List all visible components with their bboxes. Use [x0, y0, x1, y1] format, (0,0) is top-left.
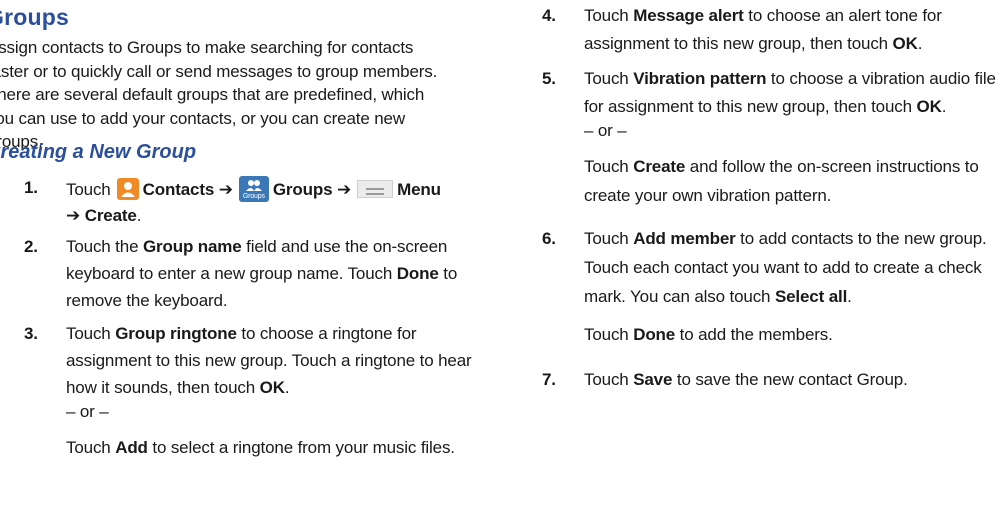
- step-text-run: Touch: [66, 324, 116, 343]
- step-number: 1.: [24, 178, 38, 197]
- step-text-run: Touch: [584, 6, 634, 25]
- done-label: Done: [633, 325, 676, 344]
- step-text: Touch Group ringtone to choose a rington…: [66, 322, 472, 460]
- create-label: Create: [84, 206, 137, 225]
- step-text-run: .: [941, 97, 947, 116]
- step-text-run: assignment to this new group, then touch: [584, 34, 893, 53]
- or-separator: – or –: [66, 402, 109, 421]
- step-text-run: Touch: [584, 229, 634, 248]
- step-text-run: remove the keyboard.: [66, 291, 228, 310]
- step-text-run: Touch the: [66, 237, 143, 256]
- step-text-run: Touch: [584, 325, 634, 344]
- intro-line: you can use to add your contacts, or you…: [0, 108, 405, 128]
- step-text-run: Touch each contact you want to add to cr…: [584, 258, 982, 277]
- step-number: 6.: [542, 229, 556, 248]
- step-text-run: .: [284, 378, 290, 397]
- contacts-app-icon: [116, 177, 139, 200]
- step-text-run: to add contacts to the new group.: [735, 229, 987, 248]
- step-text-run: field and use the on-screen: [241, 237, 448, 256]
- step-text-run: to add the members.: [675, 325, 833, 344]
- step-text: Touch Contacts ➔ Groups Groups ➔ Menu ➔ Crea…: [66, 175, 441, 228]
- step-number: 2.: [24, 237, 38, 256]
- add-member-label: Add member: [633, 229, 736, 248]
- step-text: Touch Vibration pattern to choose a vibr…: [584, 67, 996, 208]
- groups-icon-caption: Groups: [242, 192, 265, 200]
- step-number: 7.: [542, 370, 556, 389]
- step-text-run: Touch: [584, 157, 634, 176]
- step-text-run: .: [136, 206, 142, 225]
- group-name-label: Group name: [142, 237, 242, 256]
- intro-line: There are several default groups that ar…: [0, 85, 425, 104]
- save-label: Save: [633, 370, 673, 389]
- step-number: 5.: [542, 69, 556, 88]
- step-text-run: and follow the on-screen instructions to: [685, 157, 979, 176]
- done-label: Done: [396, 264, 439, 283]
- step-text-run: to choose an alert tone for: [743, 6, 942, 25]
- intro-paragraph: Assign contacts to Groups to make search…: [0, 36, 487, 154]
- select-all-label: Select all: [774, 287, 848, 306]
- step-text-run: how it sounds, then touch: [66, 378, 260, 397]
- section-title: Groups: [0, 4, 69, 30]
- groups-tab-icon: Groups: [238, 175, 269, 202]
- step-text-run: mark. You can also touch: [584, 287, 775, 306]
- menu-key-icon: [357, 179, 394, 198]
- step-text: Touch Add member to add contacts to the …: [584, 227, 987, 347]
- arrow-right-icon: ➔: [66, 206, 81, 225]
- ok-label: OK: [916, 97, 942, 116]
- groups-label: Groups: [272, 180, 333, 199]
- step-text: Touch the Group name field and use the o…: [66, 235, 457, 313]
- message-alert-label: Message alert: [633, 6, 744, 25]
- arrow-right-icon: ➔: [336, 180, 352, 199]
- group-ringtone-label: Group ringtone: [115, 324, 237, 343]
- step-text-run: Touch: [66, 438, 116, 457]
- menu-label: Menu: [397, 180, 441, 199]
- step-text-run: Touch: [66, 180, 111, 199]
- step-text-run: keyboard to enter a new group name. Touc…: [66, 264, 397, 283]
- step-text-run: create your own vibration pattern.: [584, 186, 832, 205]
- step-text-run: to: [438, 264, 458, 283]
- step-text-run: for assignment to this new group, then t…: [584, 97, 917, 116]
- step-text-run: to choose a vibration audio file: [766, 69, 996, 88]
- step-text: Touch Save to save the new contact Group…: [584, 368, 908, 392]
- step-number: 3.: [24, 324, 38, 343]
- intro-line: Assign contacts to Groups to make search…: [0, 38, 414, 57]
- or-separator: – or –: [584, 121, 627, 140]
- vibration-pattern-label: Vibration pattern: [633, 69, 767, 88]
- create-label: Create: [633, 157, 686, 176]
- step-text-run: to choose a ringtone for: [236, 324, 417, 343]
- contacts-label: Contacts: [142, 180, 215, 199]
- step-text-run: Touch: [584, 370, 634, 389]
- step-text-run: Touch: [584, 69, 634, 88]
- step-number: 4.: [542, 6, 556, 25]
- ok-label: OK: [259, 378, 285, 397]
- step-text-run: assignment to this new group. Touch a ri…: [66, 351, 472, 370]
- step-text-run: .: [847, 287, 852, 306]
- step-text-run: to select a ringtone from your music fil…: [147, 438, 455, 457]
- step-text: Touch Message alert to choose an alert t…: [584, 4, 942, 56]
- add-label: Add: [115, 438, 148, 457]
- intro-line: faster or to quickly call or send messag…: [0, 61, 438, 81]
- step-text-run: .: [917, 34, 923, 53]
- subheading: Creating a New Group: [0, 141, 197, 163]
- step-text-run: to save the new contact Group.: [672, 370, 908, 389]
- arrow-right-icon: ➔: [218, 180, 233, 199]
- ok-label: OK: [892, 34, 918, 53]
